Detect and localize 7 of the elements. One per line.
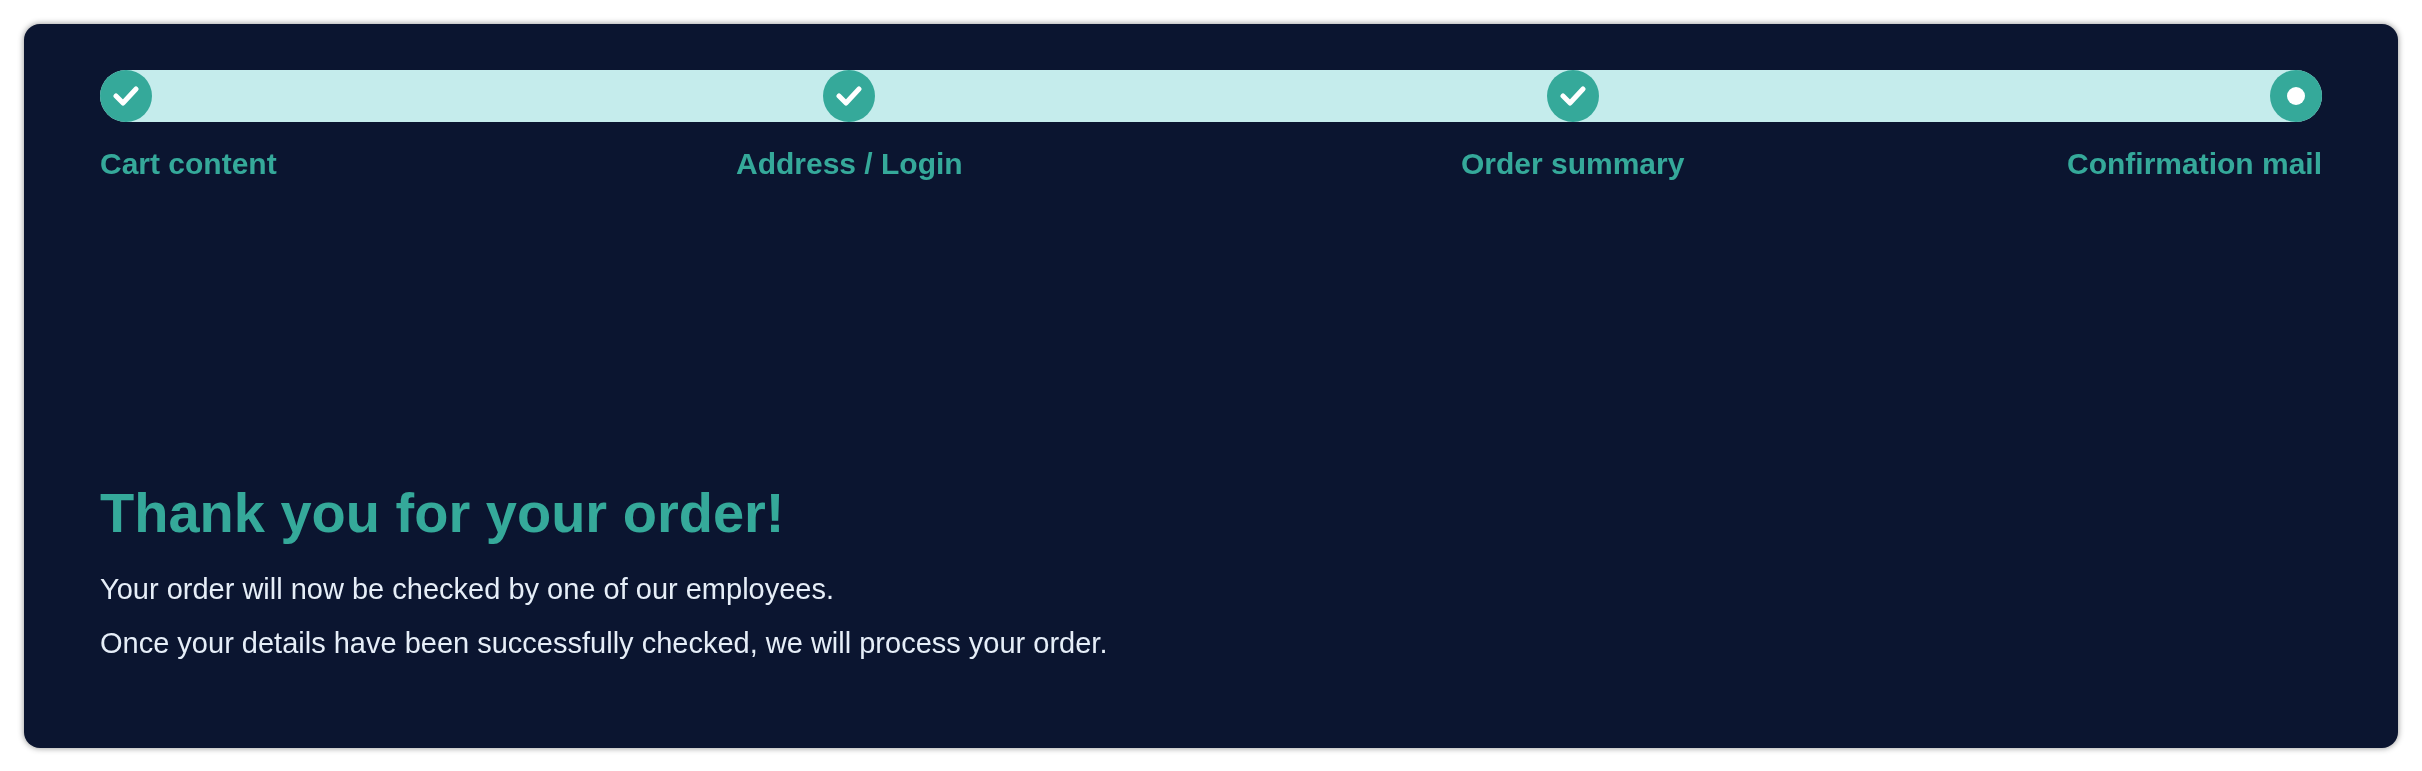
step-label: Cart content	[100, 146, 277, 182]
step-label: Confirmation mail	[2067, 146, 2322, 182]
heading: Thank you for your order!	[100, 480, 786, 546]
message-text: Your order will now be checked by one of our employees.	[100, 572, 836, 607]
step-label: Address / Login	[736, 146, 963, 182]
message-text: Once your details have been successfully checked, we will process your order.	[100, 626, 1109, 661]
step-label: Order summary	[1460, 146, 1685, 182]
